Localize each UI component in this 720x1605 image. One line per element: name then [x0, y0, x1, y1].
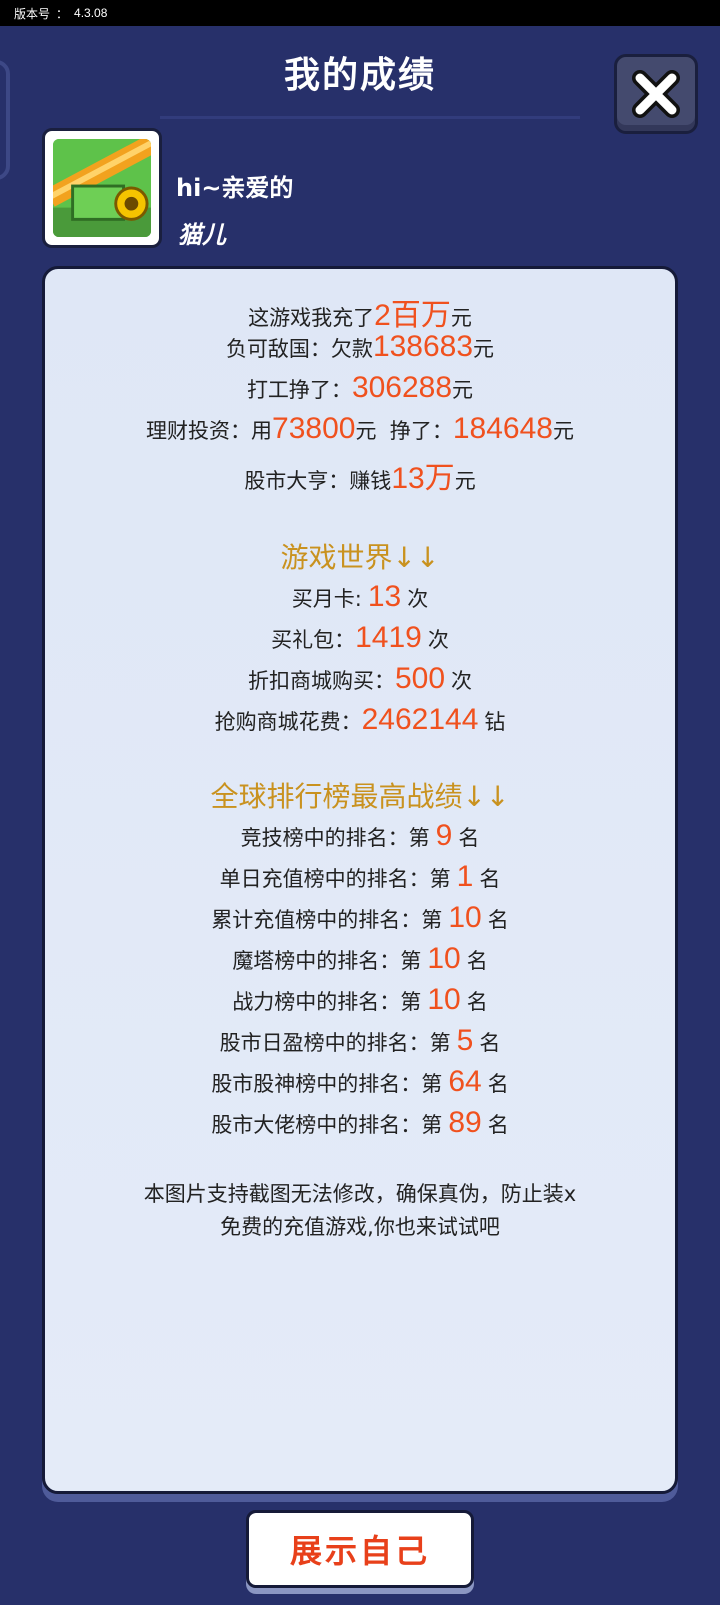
ranking-row: 单日充值榜中的排名：第 1 名 — [42, 860, 678, 894]
row-value: 5 — [456, 1024, 474, 1057]
row-unit: 名 — [487, 1072, 509, 1096]
row-label: 竞技榜中的排名：第 — [240, 826, 430, 850]
game-world-row: 买月卡: 13 次 — [42, 580, 678, 614]
row-value: 2462144 — [361, 703, 479, 736]
title-divider — [160, 116, 580, 119]
stat-value: 13万 — [391, 462, 455, 495]
row-unit: 次 — [407, 587, 429, 611]
stat-value: 2百万 — [374, 299, 451, 332]
row-value: 13 — [367, 580, 402, 613]
stat-invest: 理财投资：用73800元 挣了：184648元 — [42, 412, 678, 446]
stat-value-used: 73800 — [272, 412, 356, 445]
version-sep: ： — [56, 6, 69, 21]
row-unit: 次 — [451, 669, 473, 693]
ranking-row: 魔塔榜中的排名：第 10 名 — [42, 942, 678, 976]
row-unit: 名 — [466, 990, 488, 1014]
row-unit: 名 — [466, 949, 488, 973]
game-world-row: 买礼包：1419 次 — [42, 621, 678, 655]
section-title-game-world: 游戏世界↓↓ — [280, 541, 440, 574]
row-label: 股市日盈榜中的排名：第 — [219, 1031, 451, 1055]
close-x-icon — [632, 70, 680, 118]
row-unit: 名 — [487, 908, 509, 932]
row-value: 10 — [427, 942, 461, 975]
show-self-button[interactable]: 展示自己 — [246, 1510, 474, 1588]
row-value: 9 — [435, 819, 453, 852]
ranking-row: 股市大佬榜中的排名：第 89 名 — [42, 1106, 678, 1140]
game-world-row: 抢购商城花费：2462144 钻 — [42, 703, 678, 737]
ranking-row: 股市股神榜中的排名：第 64 名 — [42, 1065, 678, 1099]
row-value: 1419 — [355, 621, 422, 654]
stat-unit: 元 — [450, 306, 472, 330]
row-value: 89 — [448, 1106, 482, 1139]
stat-recharge: 这游戏我充了2百万元 — [42, 290, 678, 334]
row-label: 抢购商城花费： — [214, 710, 362, 734]
ranking-row: 竞技榜中的排名：第 9 名 — [42, 819, 678, 853]
row-value: 500 — [394, 662, 446, 695]
ranking-row: 战力榜中的排名：第 10 名 — [42, 983, 678, 1017]
row-label: 买月卡: — [291, 587, 362, 611]
stat-label: 负可敌国：欠款 — [225, 337, 373, 361]
ranking-row: 累计充值榜中的排名：第 10 名 — [42, 901, 678, 935]
row-label: 单日充值榜中的排名：第 — [219, 867, 451, 891]
row-label: 股市股神榜中的排名：第 — [211, 1072, 443, 1096]
stat-label: 理财投资：用 — [146, 419, 273, 443]
nickname-text: 猫儿 — [178, 221, 226, 249]
stat-debt: 负可敌国：欠款138683元 — [42, 330, 678, 364]
row-label: 魔塔榜中的排名：第 — [232, 949, 422, 973]
note-text: 本图片支持截图无法修改，确保真伪，防止装x 免费的充值游戏,你也来试试吧 — [42, 1178, 678, 1244]
stat-unit: 元 — [473, 337, 495, 361]
section-title-rankings: 全球排行榜最高战绩↓↓ — [210, 780, 510, 813]
stat-label: 股市大亨：赚钱 — [244, 469, 392, 493]
stat-stock: 股市大亨：赚钱13万元 — [42, 453, 678, 497]
greeting-text: hi~亲爱的 — [176, 174, 294, 202]
row-unit: 钻 — [484, 710, 506, 734]
stat-label: 打工挣了： — [246, 378, 352, 402]
row-unit: 名 — [487, 1113, 509, 1137]
row-unit: 次 — [427, 628, 449, 652]
version-value: 4.3.08 — [74, 6, 108, 20]
stat-value-earned: 184648 — [452, 412, 553, 445]
version-bar: 版本号 ： 4.3.08 — [0, 0, 720, 26]
cannon-avatar-icon — [53, 139, 151, 237]
avatar[interactable] — [42, 128, 162, 248]
stat-unit: 元 — [454, 469, 476, 493]
row-value: 10 — [448, 901, 482, 934]
row-value: 64 — [448, 1065, 482, 1098]
stat-label-mid: 元 挣了： — [355, 419, 453, 443]
row-label: 折扣商城购买： — [247, 669, 395, 693]
version-label: 版本号 — [14, 6, 51, 21]
stat-value: 306288 — [351, 371, 453, 404]
close-button[interactable] — [614, 54, 698, 134]
ranking-row: 股市日盈榜中的排名：第 5 名 — [42, 1024, 678, 1058]
row-unit: 名 — [458, 826, 480, 850]
stat-unit: 元 — [552, 419, 574, 443]
game-world-row: 折扣商城购买：500 次 — [42, 662, 678, 696]
stat-label: 这游戏我充了 — [248, 306, 375, 330]
page-title: 我的成绩 — [283, 55, 436, 96]
row-label: 股市大佬榜中的排名：第 — [211, 1113, 443, 1137]
row-unit: 名 — [479, 867, 501, 891]
row-label: 累计充值榜中的排名：第 — [211, 908, 443, 932]
note-line-2: 免费的充值游戏,你也来试试吧 — [220, 1215, 500, 1239]
stat-work: 打工挣了：306288元 — [42, 371, 678, 405]
stat-unit: 元 — [452, 378, 474, 402]
row-unit: 名 — [479, 1031, 501, 1055]
note-line-1: 本图片支持截图无法修改，确保真伪，防止装x — [143, 1182, 577, 1206]
row-label: 战力榜中的排名：第 — [232, 990, 422, 1014]
row-value: 1 — [456, 860, 474, 893]
row-label: 买礼包： — [271, 628, 356, 652]
row-value: 10 — [427, 983, 461, 1016]
stat-value: 138683 — [372, 330, 474, 363]
